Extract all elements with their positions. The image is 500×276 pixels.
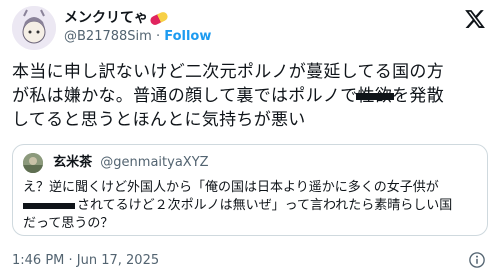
quote-redaction-bar [23, 202, 75, 209]
author-display-name[interactable]: メンクリてゃ [64, 10, 148, 26]
tweet-timestamp[interactable]: 1:46 PM · Jun 17, 2025 [12, 253, 159, 268]
quote-line-1: え？逆に聞くけど外国人から「俺の国は日本より遥かに多くの女子供が [23, 180, 439, 195]
separator-dot: · [155, 29, 161, 44]
tweet-line-1: 本当に申し訳ないけど二次元ポルノが蔓延してる国の方 [12, 62, 444, 82]
tweet-line-2: が私は嫌かな。普通の顔して裏ではポルノで性欲を発散 [12, 84, 492, 108]
quote-handle: @genmaityaXYZ [100, 155, 209, 170]
quote-line-2-text: されてるけど２次ポルノは無いぜ」って言われたら素晴らしい国 [77, 198, 453, 213]
x-logo-icon[interactable] [464, 8, 486, 30]
tweet-line-3: してると思うとほんとに気持ちが悪い [12, 110, 306, 130]
tweet-header: メンクリてゃ @B21788Sim · Follow [12, 6, 488, 52]
follow-button[interactable]: Follow [164, 29, 211, 44]
author-handle-row: @B21788Sim · Follow [64, 28, 211, 46]
pill-icon [148, 10, 170, 26]
quote-line-3: だって思うの？ [23, 216, 114, 231]
quoted-tweet[interactable]: 玄米茶 @genmaityaXYZ え？逆に聞くけど外国人から「俺の国は日本より… [12, 144, 488, 236]
author-info: メンクリてゃ @B21788Sim · Follow [64, 9, 211, 46]
tweet-text: 本当に申し訳ないけど二次元ポルノが蔓延してる国の方 が私は嫌かな。普通の顔して裏… [12, 60, 492, 132]
tweet-line-2-end: を発散 [392, 86, 445, 106]
quote-display-name: 玄米茶 [53, 155, 93, 170]
quote-avatar-image [23, 153, 43, 173]
quote-header: 玄米茶 @genmaityaXYZ [23, 153, 209, 173]
quote-line-2: されてるけど２次ポルノは無いぜ」って言われたら素晴らしい国 [23, 197, 479, 215]
tweet-line-2-start: が私は嫌かな。普通の顔して裏ではポルノで [12, 86, 358, 106]
quote-avatar [23, 153, 43, 173]
author-name-row: メンクリてゃ [64, 9, 211, 27]
author-handle[interactable]: @B21788Sim [64, 29, 152, 44]
redacted-word: 性欲 [355, 86, 394, 106]
avatar-image [12, 6, 56, 50]
avatar[interactable] [12, 6, 56, 50]
info-icon[interactable] [468, 251, 486, 269]
quote-text: え？逆に聞くけど外国人から「俺の国は日本より遥かに多くの女子供が されてるけど２… [23, 179, 479, 233]
